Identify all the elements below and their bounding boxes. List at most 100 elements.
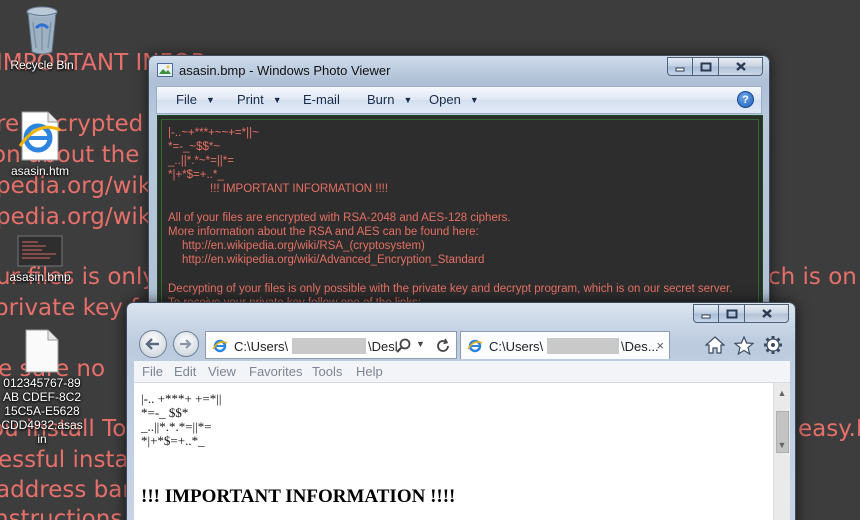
ie-page-icon <box>467 339 483 353</box>
minimize-icon <box>675 67 685 71</box>
html-file-icon <box>18 111 61 161</box>
desktop-icon-label: Recycle Bin <box>10 58 74 72</box>
desktop-icon-asasin-bmp[interactable]: asasin.bmp <box>0 234 82 284</box>
address-bar[interactable]: C:\Users\ \Desl ▼ <box>205 331 457 359</box>
browser-menubar: File Edit View Favorites Tools Help <box>134 361 790 383</box>
menu-burn[interactable]: Burn ▼ <box>367 92 412 107</box>
blank-file-icon <box>25 329 59 373</box>
wallpaper-text: essful install <box>0 447 142 473</box>
maximize-button[interactable] <box>719 304 745 323</box>
note-link: http://en.wikipedia.org/wiki/Advanced_En… <box>182 254 485 266</box>
settings-button[interactable] <box>761 333 785 357</box>
tab-title-prefix: C:\Users\ <box>489 339 544 354</box>
chevron-down-icon: ▼ <box>272 95 282 105</box>
wallpaper-text: ch is on <box>768 264 857 290</box>
desktop-icon-recycle-bin[interactable]: Recycle Bin <box>0 4 84 72</box>
vertical-scrollbar[interactable]: ▲ ▼ <box>773 383 790 520</box>
close-icon <box>761 309 772 318</box>
tab-title-suffix: \Des... <box>621 339 659 354</box>
note-heading: !!! IMPORTANT INFORMATION !!!! <box>210 183 389 195</box>
page-text-line: *|+*$=+..*_ <box>141 433 205 448</box>
menu-print[interactable]: Print ▼ <box>237 92 282 107</box>
close-button[interactable] <box>745 304 789 323</box>
home-button[interactable] <box>703 333 727 357</box>
maximize-icon <box>726 309 737 318</box>
address-dropdown-icon[interactable]: ▼ <box>416 339 425 349</box>
minimize-button[interactable] <box>667 57 693 76</box>
wallpaper-text: address bar <box>0 477 132 503</box>
note-line: More information about the RSA and AES c… <box>168 226 479 238</box>
window-controls <box>693 304 789 323</box>
note-line: All of your files are encrypted with RSA… <box>168 212 511 224</box>
chevron-down-icon: ▼ <box>469 95 479 105</box>
photo-viewer-toolbar: File ▼ Print ▼ E-mail Burn ▼ Open ▼ ? <box>156 86 762 114</box>
address-url-suffix: \Desl <box>368 339 398 354</box>
window-title: asasin.bmp - Windows Photo Viewer <box>179 63 391 78</box>
home-icon <box>705 336 725 354</box>
back-button[interactable] <box>139 330 167 358</box>
desktop-icon-label: asasin.htm <box>10 164 70 178</box>
menu-label: E-mail <box>303 92 340 107</box>
forward-arrow-icon <box>180 339 192 349</box>
star-icon <box>734 335 754 355</box>
browser-tab[interactable]: C:\Users\ \Des... × <box>460 331 670 359</box>
menu-open[interactable]: Open ▼ <box>429 92 479 107</box>
close-tab-icon[interactable]: × <box>656 338 664 353</box>
menu-email[interactable]: E-mail <box>303 92 340 107</box>
maximize-button[interactable] <box>693 57 719 76</box>
close-icon <box>735 62 746 71</box>
menu-help[interactable]: Help <box>356 364 383 379</box>
photo-viewer-titlebar[interactable]: asasin.bmp - Windows Photo Viewer <box>149 56 769 84</box>
help-icon[interactable]: ? <box>737 91 754 108</box>
note-line: Decrypting of your files is only possibl… <box>168 283 733 295</box>
menu-label: File <box>176 92 197 107</box>
menu-file[interactable]: File ▼ <box>176 92 215 107</box>
scroll-down-icon[interactable]: ▼ <box>774 437 790 453</box>
note-link: http://en.wikipedia.org/wiki/RSA_(crypto… <box>182 240 425 252</box>
menu-label: Print <box>237 92 264 107</box>
menu-label: Open <box>429 92 461 107</box>
menu-view[interactable]: View <box>208 364 236 379</box>
desktop-icon-label: 012345767-89 AB CDEF-8C2 15C5A-E5628 CDD… <box>1 376 83 446</box>
desktop-icon-encrypted-file[interactable]: 012345767-89 AB CDEF-8C2 15C5A-E5628 CDD… <box>0 328 84 446</box>
desktop-icon-asasin-htm[interactable]: asasin.htm <box>0 110 82 178</box>
recycle-bin-icon <box>26 6 58 55</box>
note-line: |-..~+***+~~+=*||~ <box>168 127 259 139</box>
menu-file[interactable]: File <box>142 364 163 379</box>
minimize-icon <box>701 314 711 318</box>
menu-label: Burn <box>367 92 395 107</box>
page-heading: !!! IMPORTANT INFORMATION !!!! <box>141 486 456 507</box>
note-line: _..||*.*~*=||*= <box>168 155 234 167</box>
gear-icon <box>764 336 782 354</box>
ie-page-icon <box>212 339 228 353</box>
minimize-button[interactable] <box>693 304 719 323</box>
chevron-down-icon: ▼ <box>403 95 413 105</box>
address-url-prefix: C:\Users\ <box>234 339 289 354</box>
web-page-content: |-.. +***+ +=*|| *=-_ $$* _..||*.*.*=||*… <box>134 383 773 520</box>
photo-viewer-app-icon <box>157 63 173 77</box>
page-text-line: *=-_ $$* <box>141 405 189 420</box>
close-button[interactable] <box>719 57 763 76</box>
page-text-line: |-.. +***+ +=*|| <box>141 391 222 406</box>
menu-tools[interactable]: Tools <box>312 364 342 379</box>
wallpaper-text: easy.I <box>798 416 860 442</box>
back-arrow-icon <box>145 338 159 350</box>
wallpaper-text: nstructions <box>0 506 123 520</box>
note-line: *|+*$=+..*_ <box>168 169 224 181</box>
desktop-icon-label: asasin.bmp <box>9 270 71 284</box>
search-icon[interactable] <box>396 338 412 354</box>
redacted-username <box>547 338 619 354</box>
menu-favorites[interactable]: Favorites <box>249 364 302 379</box>
note-line: *=-_~$$*~ <box>168 141 221 153</box>
refresh-icon[interactable] <box>435 338 451 354</box>
window-controls <box>667 57 763 76</box>
favorites-button[interactable] <box>732 333 756 357</box>
browser-window[interactable]: C:\Users\ \Desl ▼ C:\Users\ \Des... × Fi… <box>126 302 796 520</box>
wallpaper-text: pedia.org/wiki/ <box>0 204 166 230</box>
page-text-line: _..||*.*.*=||*= <box>141 419 212 434</box>
menu-edit[interactable]: Edit <box>174 364 196 379</box>
redacted-username <box>292 338 366 354</box>
scroll-up-icon[interactable]: ▲ <box>774 385 790 401</box>
bitmap-thumbnail-icon <box>17 235 63 267</box>
forward-button[interactable] <box>173 331 199 357</box>
